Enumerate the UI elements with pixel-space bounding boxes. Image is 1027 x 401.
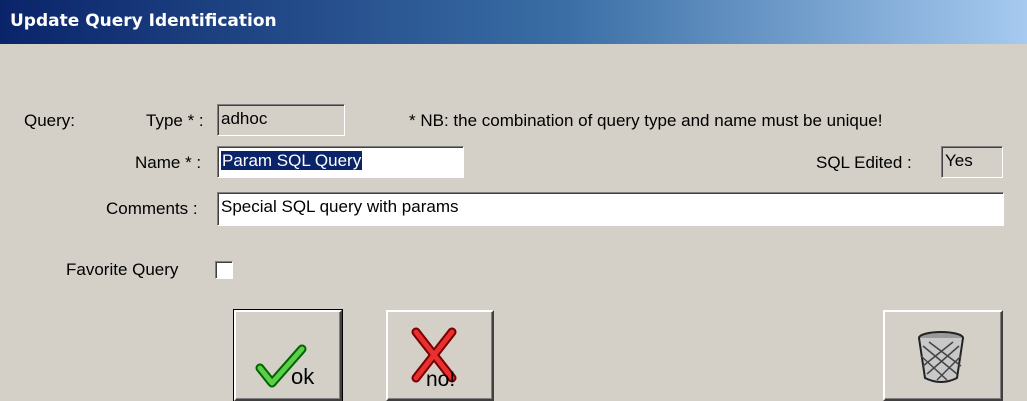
comments-input[interactable]: Special SQL query with params <box>217 192 1004 226</box>
ok-label: ok <box>291 364 315 389</box>
sql-edited-field: Yes <box>941 146 1003 178</box>
type-label: Type * : <box>146 111 204 130</box>
title-bar[interactable]: Update Query Identification <box>0 0 1027 44</box>
favorite-query-label: Favorite Query <box>66 260 179 279</box>
trash-can-icon <box>918 331 964 383</box>
ok-button[interactable]: ok <box>233 309 343 401</box>
name-label: Name * : <box>135 153 202 172</box>
red-x-icon: no! <box>411 327 457 391</box>
query-label: Query: <box>24 111 76 130</box>
comments-label: Comments : <box>106 199 198 218</box>
cancel-label: no! <box>426 368 455 391</box>
cancel-button[interactable]: no! <box>386 310 494 401</box>
type-field: adhoc <box>217 104 345 136</box>
name-input[interactable]: Param SQL Query <box>217 146 464 178</box>
favorite-query-checkbox[interactable] <box>215 261 233 279</box>
window-title: Update Query Identification <box>10 11 277 31</box>
delete-button[interactable] <box>883 310 1003 401</box>
name-input-value: Param SQL Query <box>219 150 364 171</box>
unique-note: * NB: the combination of query type and … <box>409 111 883 130</box>
checkmark-icon: ok <box>255 344 315 389</box>
sql-edited-label: SQL Edited : <box>816 153 912 172</box>
